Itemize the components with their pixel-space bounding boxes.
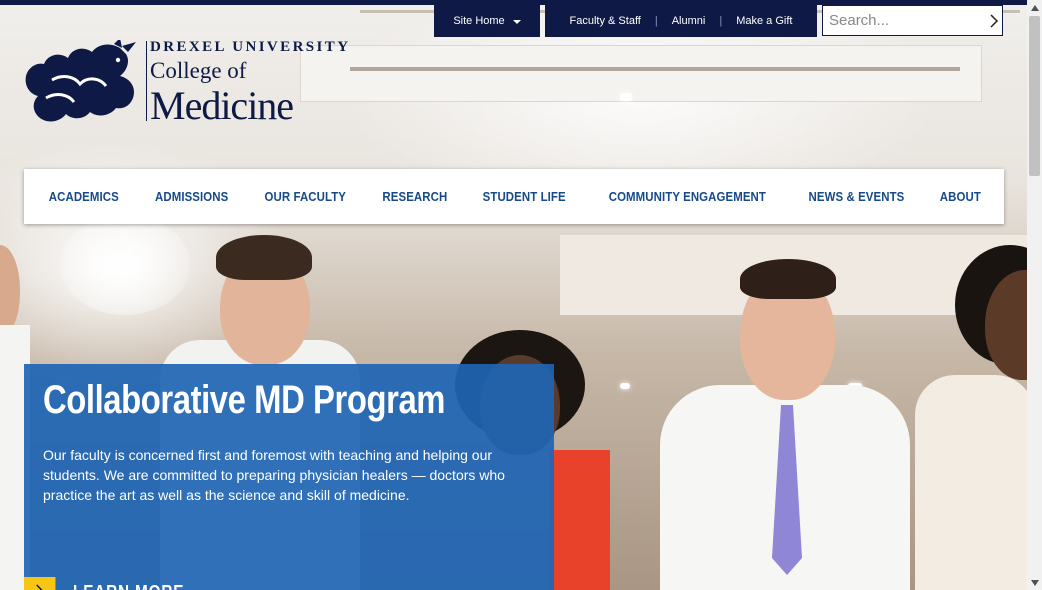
nav-item-student-life[interactable]: STUDENT LIFE xyxy=(483,189,566,204)
utility-links: Faculty & Staff | Alumni | Make a Gift xyxy=(545,5,817,37)
dragon-icon xyxy=(25,40,136,122)
chevron-right-icon xyxy=(24,577,56,590)
nav-item-about[interactable]: ABOUT xyxy=(940,189,981,204)
ceiling-light-strip xyxy=(350,67,960,71)
main-nav: ACADEMICS ADMISSIONS OUR FACULTY RESEARC… xyxy=(24,169,1004,224)
separator: | xyxy=(654,15,658,27)
scroll-up-arrow-icon[interactable] xyxy=(1027,0,1042,15)
nav-item-our-faculty[interactable]: OUR FACULTY xyxy=(264,189,345,204)
logo-medicine: Medicine xyxy=(150,83,294,128)
nav-item-community-engagement[interactable]: COMMUNITY ENGAGEMENT xyxy=(608,189,765,204)
downlight xyxy=(620,93,632,101)
logo-college: College of xyxy=(150,58,247,83)
chandelier xyxy=(60,215,190,315)
chevron-right-icon[interactable] xyxy=(985,11,1002,31)
learn-more-button[interactable]: LEARN MORE xyxy=(24,577,204,590)
utility-link-make-a-gift[interactable]: Make a Gift xyxy=(736,15,792,27)
learn-more-label: LEARN MORE xyxy=(73,582,184,590)
site-home-label: Site Home xyxy=(453,15,505,27)
search-input[interactable] xyxy=(823,11,981,30)
nav-item-academics[interactable]: ACADEMICS xyxy=(49,189,119,204)
vertical-scrollbar[interactable] xyxy=(1027,0,1042,590)
hero-title: Collaborative MD Program xyxy=(43,378,446,422)
hero-body: Our faculty is concerned first and forem… xyxy=(43,447,505,503)
nav-item-news-events[interactable]: NEWS & EVENTS xyxy=(809,189,905,204)
utility-link-alumni[interactable]: Alumni xyxy=(672,15,706,27)
page: Site Home Faculty & Staff | Alumni | Mak… xyxy=(0,0,1027,590)
site-home-dropdown[interactable]: Site Home xyxy=(434,5,540,37)
site-logo[interactable]: DREXEL UNIVERSITY College of Medicine xyxy=(22,38,362,128)
nav-item-research[interactable]: RESEARCH xyxy=(382,189,447,204)
hero-card: Collaborative MD Program Our faculty is … xyxy=(24,364,554,590)
search-box xyxy=(822,5,1003,36)
logo-divider xyxy=(146,41,147,121)
ceiling-panel xyxy=(300,45,982,102)
separator: | xyxy=(719,15,723,27)
nav-item-admissions[interactable]: ADMISSIONS xyxy=(155,189,228,204)
utility-link-faculty-staff[interactable]: Faculty & Staff xyxy=(570,15,641,27)
logo-university: DREXEL UNIVERSITY xyxy=(150,39,351,55)
downlight xyxy=(620,383,630,389)
scrollbar-thumb[interactable] xyxy=(1029,16,1040,176)
scroll-down-arrow-icon[interactable] xyxy=(1027,575,1042,590)
caret-down-icon xyxy=(512,19,521,24)
